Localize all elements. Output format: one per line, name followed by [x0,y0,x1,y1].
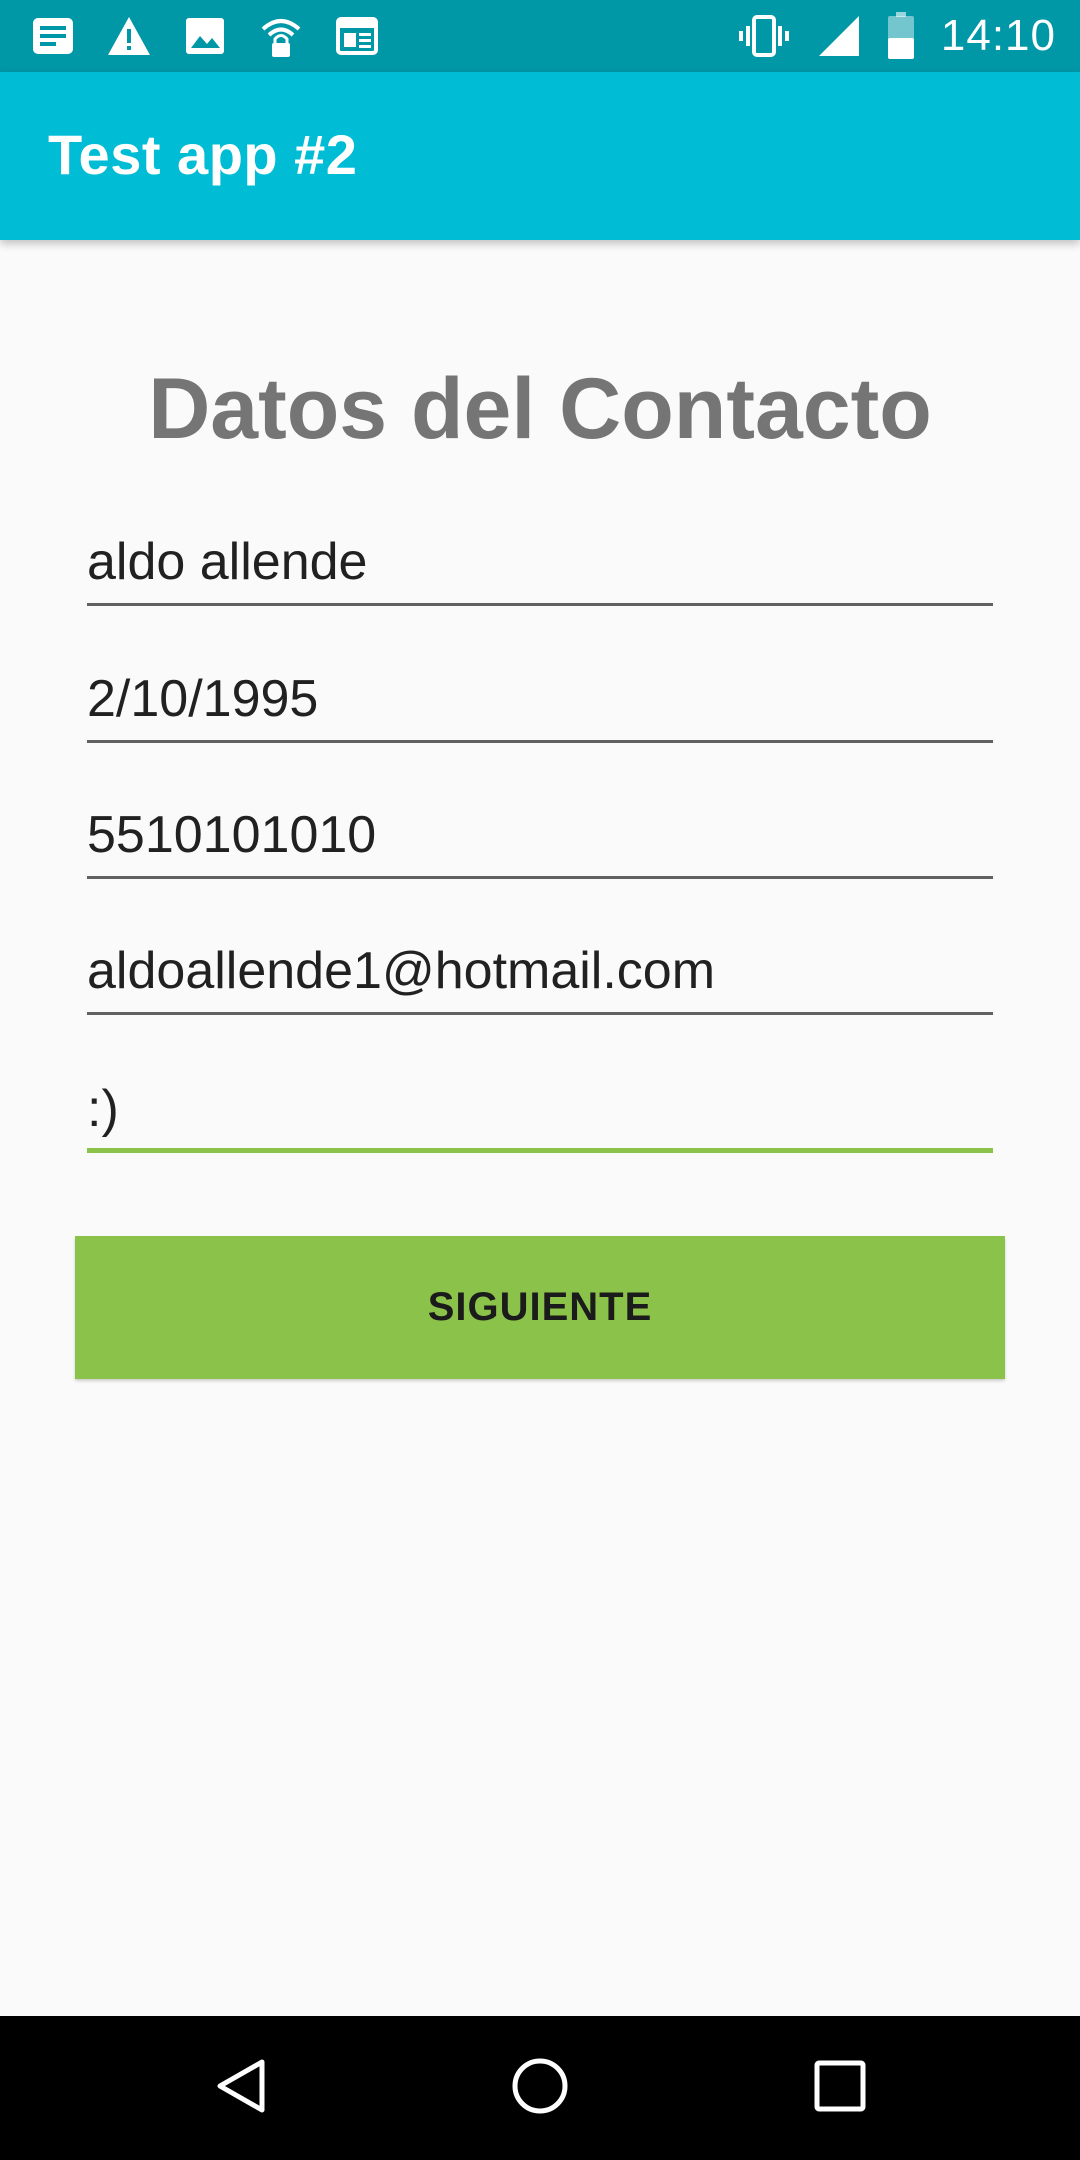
field-underline-focused [87,1148,993,1153]
phone-field-value: 5510101010 [87,806,377,864]
signal-icon [817,13,861,59]
name-field[interactable]: aldo allende [87,510,993,606]
next-button[interactable]: SIGUIENTE [75,1236,1005,1379]
home-button[interactable] [460,2016,620,2160]
warning-icon [106,13,152,59]
image-icon [182,13,228,59]
system-icons: 14:10 [737,0,1056,72]
field-underline [87,876,993,879]
phone-field[interactable]: 5510101010 [87,783,993,879]
vibrate-icon [737,13,791,59]
field-underline [87,1012,993,1015]
back-button[interactable] [160,2016,320,2160]
email-field-value: aldoallende1@hotmail.com [87,942,716,1000]
status-time: 14:10 [940,11,1056,60]
recents-icon [813,2059,867,2118]
home-icon [510,2056,570,2121]
email-field[interactable]: aldoallende1@hotmail.com [87,919,993,1015]
field-underline [87,603,993,606]
calendar-icon [334,13,380,59]
description-field[interactable]: :) [87,1057,993,1153]
page-title: Datos del Contacto [148,361,932,457]
description-field-value: :) [87,1080,119,1138]
battery-icon [887,12,915,59]
status-bar: 14:10 [0,0,1080,72]
app-title: Test app #2 [48,123,358,186]
name-field-value: aldo allende [87,533,368,591]
birthdate-field[interactable]: 2/10/1995 [87,647,993,743]
wifi-lock-icon [258,13,304,59]
notification-icons [30,0,380,72]
back-icon [212,2056,268,2121]
field-underline [87,740,993,743]
news-icon [30,13,76,59]
app-bar: Test app #2 [0,72,1080,240]
birthdate-field-value: 2/10/1995 [87,670,319,728]
navigation-bar [0,2016,1080,2160]
recents-button[interactable] [760,2016,920,2160]
